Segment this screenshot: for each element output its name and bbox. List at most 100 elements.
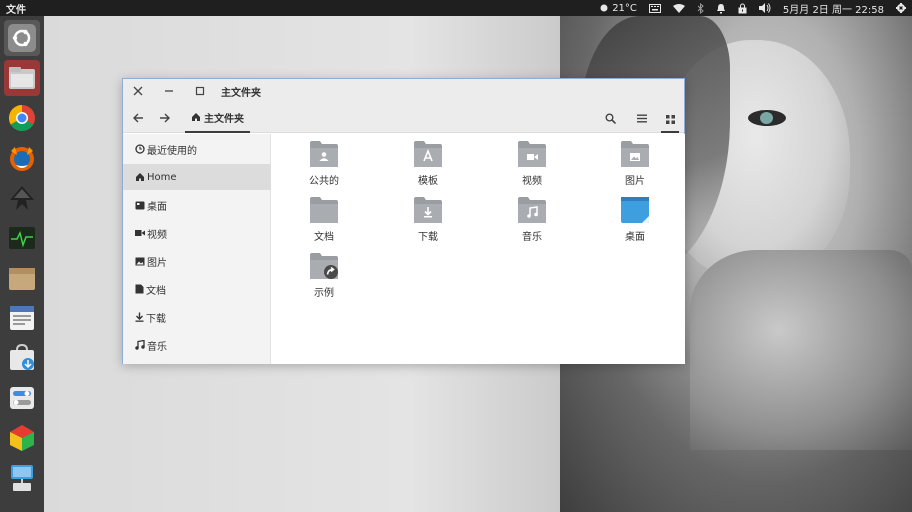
volume-icon[interactable]	[753, 0, 777, 16]
list-view-icon	[637, 114, 647, 122]
sidebar-item-label: Home	[147, 171, 177, 183]
sidebar-item-home[interactable]: Home	[123, 164, 271, 190]
document-icon	[135, 284, 144, 294]
titlebar: 主文件夹	[123, 79, 684, 103]
folder-videos[interactable]: 视频	[492, 140, 572, 190]
grid-view-icon	[665, 114, 675, 124]
sidebar-item-videos[interactable]: 视频	[123, 220, 271, 246]
maximize-window-button[interactable]	[190, 81, 210, 101]
clock-datetime[interactable]: 5月月 2日 周一 22:58	[777, 0, 890, 16]
sidebar-item-downloads[interactable]: 下载	[123, 304, 271, 330]
system-monitor-icon[interactable]	[4, 220, 40, 256]
virtualbox-icon[interactable]	[4, 420, 40, 456]
folder-label: 公共的	[309, 176, 339, 187]
folder-label: 桌面	[625, 232, 645, 243]
sidebar-item-documents[interactable]: 文档	[123, 276, 271, 302]
path-bar-label: 主文件夹	[204, 113, 244, 125]
folder-downloads[interactable]: 下载	[388, 196, 468, 246]
sidebar-item-label: 下载	[146, 313, 166, 325]
desktop-folder-icon	[621, 197, 649, 223]
sidebar-item-pictures[interactable]: 图片	[123, 248, 271, 274]
videos-folder-icon	[518, 141, 546, 167]
usb-creator-icon[interactable]	[4, 460, 40, 496]
sidebar: 最近使用的 Home 桌面 视频 图片 文档 下载 音乐	[123, 134, 271, 364]
settings-toggles-icon[interactable]	[4, 380, 40, 416]
sidebar-item-label: 桌面	[147, 201, 167, 213]
inkscape-icon[interactable]	[4, 180, 40, 216]
back-button[interactable]	[129, 109, 147, 127]
minimize-window-button[interactable]	[159, 81, 179, 101]
software-center-icon[interactable]	[4, 340, 40, 376]
sidebar-item-label: 音乐	[147, 341, 167, 353]
home-icon	[192, 113, 200, 121]
window-title: 主文件夹	[221, 88, 261, 99]
firefox-icon[interactable]	[4, 140, 40, 176]
sidebar-item-desktop[interactable]: 桌面	[123, 192, 271, 218]
picture-icon	[135, 257, 145, 265]
close-window-button[interactable]	[128, 81, 148, 101]
search-icon	[605, 113, 616, 124]
folder-desktop[interactable]: 桌面	[595, 196, 675, 246]
notification-bell-icon[interactable]	[710, 0, 732, 16]
keyboard-icon[interactable]	[643, 0, 667, 16]
wallpaper-eye	[748, 110, 786, 126]
folder-label: 模板	[418, 176, 438, 187]
grid-view-button[interactable]	[661, 107, 679, 133]
desktop-icon	[135, 201, 145, 209]
folder-examples[interactable]: 示例	[284, 252, 364, 302]
folder-label: 图片	[625, 176, 645, 187]
files-app-icon[interactable]	[4, 60, 40, 96]
wifi-icon[interactable]	[667, 0, 691, 16]
document-viewer-icon[interactable]	[4, 300, 40, 336]
examples-folder-icon	[310, 253, 338, 279]
sidebar-item-label: 图片	[147, 257, 167, 269]
folder-pictures[interactable]: 图片	[595, 140, 675, 190]
folder-label: 视频	[522, 176, 542, 187]
download-icon	[135, 312, 144, 322]
ubuntu-dash-icon[interactable]	[4, 20, 40, 56]
sidebar-item-recent[interactable]: 最近使用的	[123, 136, 271, 162]
pictures-folder-icon	[621, 141, 649, 167]
sidebar-item-label: 文档	[146, 285, 166, 297]
folder-label: 音乐	[522, 232, 542, 243]
top-panel: 文件 21°C 5月月 2日 周一 22:58	[0, 0, 912, 16]
home-icon	[136, 173, 144, 181]
sidebar-item-music[interactable]: 音乐	[123, 332, 271, 358]
bluetooth-icon[interactable]	[691, 0, 710, 16]
search-button[interactable]	[601, 109, 619, 127]
wallpaper-scarf	[690, 250, 912, 450]
documents-folder-icon	[310, 197, 338, 223]
weather-dot-icon	[600, 4, 608, 12]
indicator-area: 21°C 5月月 2日 周一 22:58	[594, 0, 912, 16]
folder-label: 下载	[418, 232, 438, 243]
launcher	[0, 16, 44, 512]
music-icon	[135, 340, 145, 350]
video-icon	[135, 230, 145, 236]
weather-temperature: 21°C	[612, 2, 637, 14]
sidebar-item-label: 最近使用的	[147, 145, 197, 157]
public-folder-icon	[310, 141, 338, 167]
chrome-icon[interactable]	[4, 100, 40, 136]
path-bar-home-button[interactable]: 主文件夹	[185, 103, 250, 133]
archive-icon[interactable]	[4, 260, 40, 296]
forward-button[interactable]	[156, 109, 174, 127]
folder-public[interactable]: 公共的	[284, 140, 364, 190]
app-menu-title[interactable]: 文件	[0, 1, 26, 16]
music-folder-icon	[518, 197, 546, 223]
folder-grid: 公共的 模板 视频 图片 文档 下载 音乐 桌面 示例	[271, 134, 685, 364]
folder-music[interactable]: 音乐	[492, 196, 572, 246]
folder-documents[interactable]: 文档	[284, 196, 364, 246]
folder-label: 文档	[314, 232, 334, 243]
folder-templates[interactable]: 模板	[388, 140, 468, 190]
toolbar: 主文件夹	[123, 103, 684, 133]
arrow-right-icon	[160, 113, 170, 123]
power-gear-icon[interactable]	[890, 0, 912, 16]
weather-indicator[interactable]: 21°C	[594, 0, 643, 16]
lock-icon[interactable]	[732, 0, 753, 16]
downloads-folder-icon	[414, 197, 442, 223]
maximize-icon	[195, 86, 205, 96]
close-icon	[133, 86, 143, 96]
list-view-button[interactable]	[633, 109, 651, 127]
clock-icon	[135, 144, 145, 154]
sidebar-item-label: 视频	[147, 229, 167, 241]
